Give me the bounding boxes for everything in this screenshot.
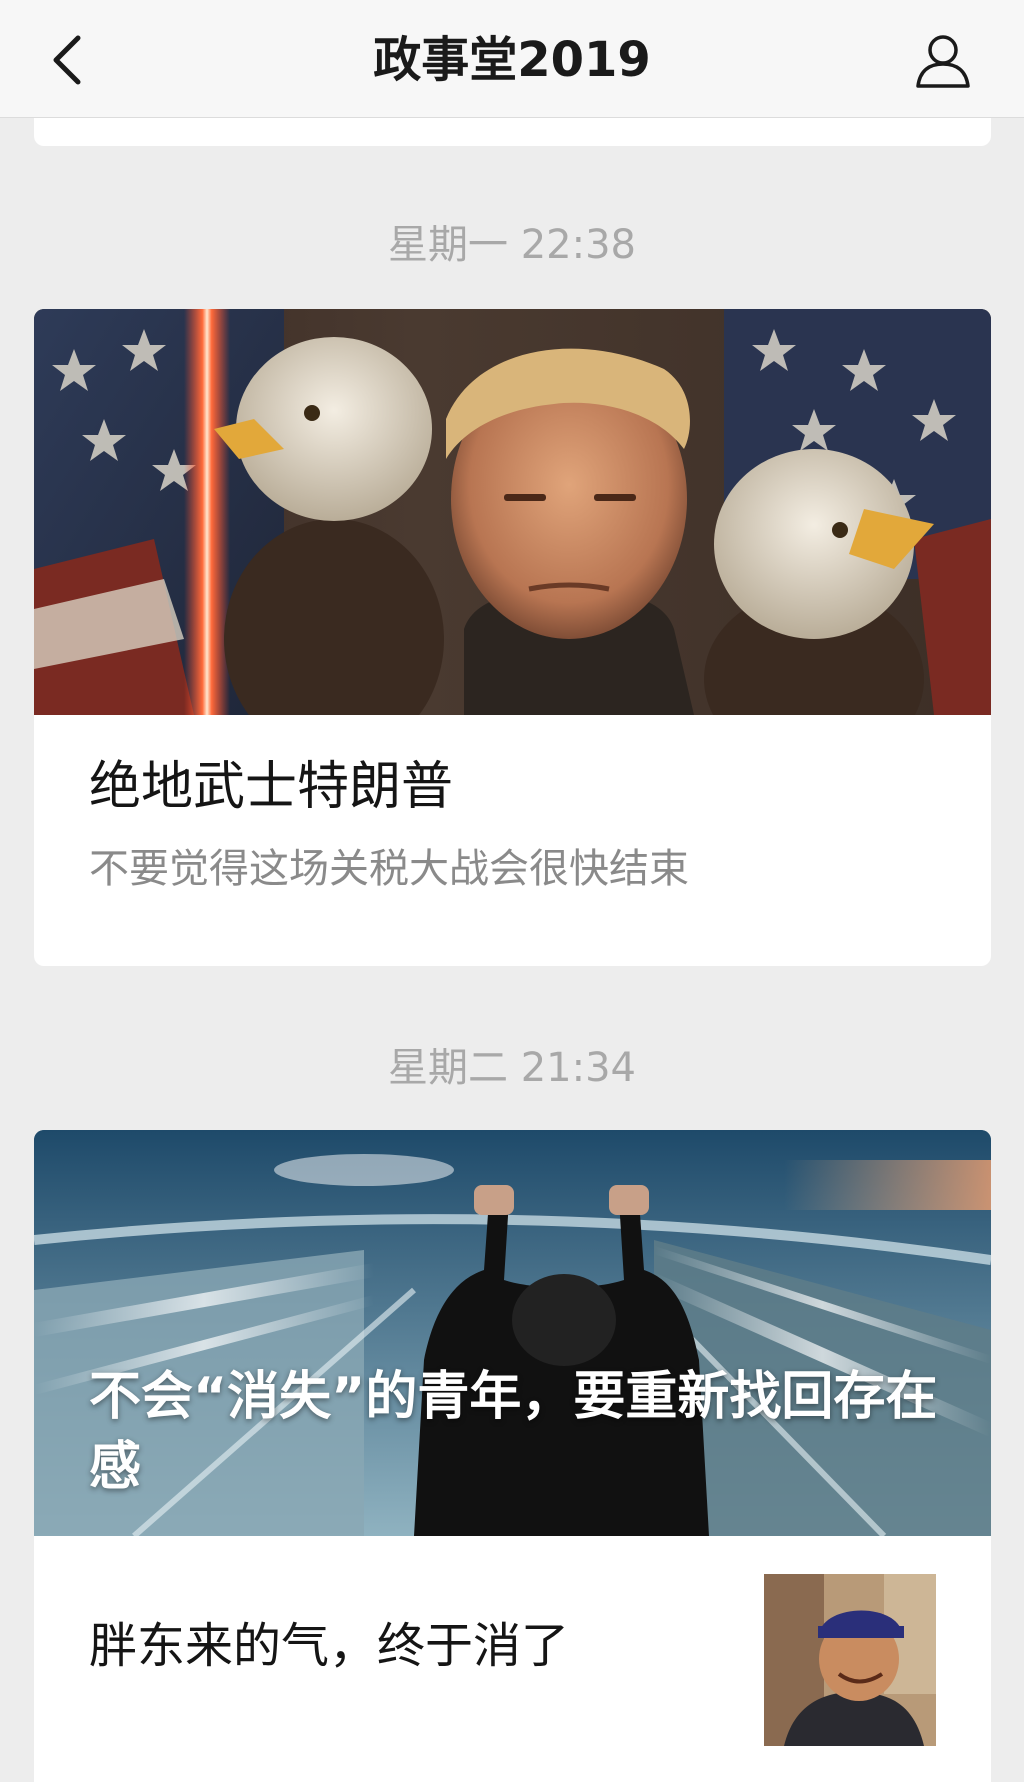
- page-title: 政事堂2019: [373, 32, 651, 88]
- article-title: 绝地武士特朗普: [89, 757, 454, 817]
- cover-headline: 不会“消失”的青年，要重新找回存在感: [89, 1367, 938, 1497]
- thumbnail-image: [764, 1574, 936, 1746]
- article-card[interactable]: 不会“消失”的青年，要重新找回存在感 胖东来的气，终于消了: [34, 1130, 991, 1782]
- article-body: 绝地武士特朗普 不要觉得这场关税大战会很快结束: [34, 715, 991, 966]
- article-cover-image: 不会“消失”的青年，要重新找回存在感: [34, 1130, 991, 1536]
- article-cover-image: [34, 309, 991, 715]
- article-description: 不要觉得这场关税大战会很快结束: [89, 846, 689, 892]
- nav-bar: 政事堂2019: [0, 0, 1024, 118]
- person-icon: [916, 35, 970, 88]
- sub-article[interactable]: 胖东来的气，终于消了: [34, 1536, 991, 1766]
- timestamp: 星期一 22:38: [388, 222, 636, 268]
- sub-article-title: 胖东来的气，终于消了: [89, 1618, 570, 1674]
- sub-article-thumbnail: [764, 1574, 936, 1746]
- cover-illustration: [34, 309, 991, 715]
- article-card[interactable]: 绝地武士特朗普 不要觉得这场关税大战会很快结束: [34, 309, 991, 966]
- timestamp: 星期二 21:34: [388, 1045, 636, 1091]
- previous-card: [34, 118, 991, 146]
- profile-button[interactable]: [908, 26, 978, 96]
